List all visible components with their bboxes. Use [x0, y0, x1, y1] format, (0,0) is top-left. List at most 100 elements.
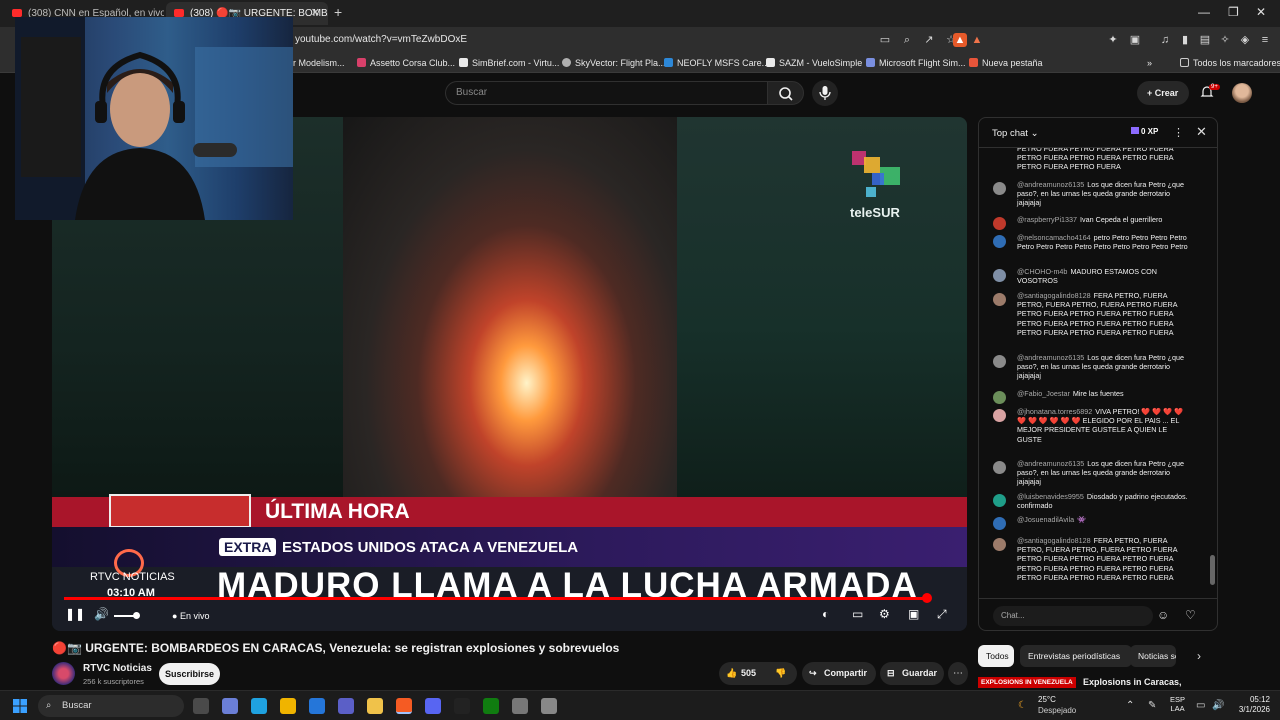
- chip-noticias[interactable]: Noticias sobre: [1130, 645, 1176, 667]
- xp-badge[interactable]: 0 XP: [1131, 127, 1158, 136]
- autoplay-toggle-icon[interactable]: ◐: [822, 607, 829, 621]
- vpn-icon[interactable]: ◈: [1238, 33, 1252, 47]
- bookmark-item[interactable]: SimBrief.com - Virtu...: [459, 58, 559, 68]
- channel-avatar[interactable]: [52, 662, 75, 685]
- network-icon[interactable]: ▭: [1196, 700, 1205, 711]
- avatar[interactable]: [993, 494, 1006, 507]
- sidebar-icon[interactable]: ▮: [1178, 33, 1192, 47]
- discord-icon[interactable]: [425, 698, 441, 714]
- progress-scrubber[interactable]: [922, 593, 932, 603]
- epic-games-icon[interactable]: [454, 698, 470, 714]
- leo-ai-icon[interactable]: ✧: [1218, 33, 1232, 47]
- copilot-icon[interactable]: [222, 698, 238, 714]
- bookmarks-overflow-button[interactable]: »: [1147, 58, 1152, 68]
- xbox-icon[interactable]: [483, 698, 499, 714]
- related-video-title[interactable]: Explosions in Caracas,: [1083, 677, 1182, 687]
- zoom-icon[interactable]: ⌕: [900, 33, 914, 47]
- bookmark-item[interactable]: Microsoft Flight Sim...: [866, 58, 966, 68]
- tray-overflow-icon[interactable]: ⌃: [1126, 700, 1134, 711]
- pause-icon[interactable]: ❚❚: [65, 607, 85, 621]
- chat-input[interactable]: Chat...: [993, 606, 1153, 626]
- all-bookmarks-folder[interactable]: Todos los marcadores: [1180, 58, 1280, 68]
- channel-name[interactable]: RTVC Noticias: [83, 663, 152, 674]
- teams-icon[interactable]: [338, 698, 354, 714]
- account-avatar[interactable]: [1232, 83, 1252, 103]
- bookmark-item[interactable]: Assetto Corsa Club...: [357, 58, 455, 68]
- pen-icon[interactable]: ✎: [1148, 700, 1156, 711]
- create-button[interactable]: + Crear: [1137, 81, 1189, 105]
- microsoft-store-icon[interactable]: [280, 698, 296, 714]
- bookmark-item[interactable]: Nueva pestaña: [969, 58, 1043, 68]
- dislike-button[interactable]: 👎: [775, 662, 786, 685]
- like-button[interactable]: 👍 505 👎: [719, 662, 797, 685]
- bookmark-item[interactable]: SkyVector: Flight Pla...: [562, 58, 666, 68]
- fullscreen-icon[interactable]: ⤢: [937, 607, 947, 622]
- taskbar-search[interactable]: ⌕ Buscar: [38, 695, 184, 717]
- speaker-icon[interactable]: 🔊: [1212, 700, 1224, 711]
- emoji-icon[interactable]: ☺: [1157, 608, 1169, 622]
- bookmark-item[interactable]: SAZM - VueloSimple: [766, 58, 862, 68]
- media-icon[interactable]: ♫: [1158, 33, 1172, 47]
- chip-entrevistas[interactable]: Entrevistas periodísticas: [1020, 645, 1132, 667]
- avatar[interactable]: [993, 538, 1006, 551]
- more-actions-icon[interactable]: ⋯: [948, 662, 968, 685]
- voice-search-button[interactable]: [812, 80, 838, 106]
- avatar[interactable]: [993, 269, 1006, 282]
- wallet-icon[interactable]: ▣: [1128, 33, 1142, 47]
- weather-icon[interactable]: ☾: [1018, 700, 1027, 711]
- brave-rewards-icon[interactable]: ▲: [970, 33, 984, 47]
- progress-bar[interactable]: [64, 597, 931, 600]
- search-button[interactable]: [767, 81, 804, 105]
- chat-mode-dropdown[interactable]: Top chat ⌄: [992, 128, 1039, 139]
- avatar[interactable]: [993, 391, 1006, 404]
- live-indicator[interactable]: ● En vivo: [172, 611, 209, 621]
- url-field[interactable]: youtube.com/watch?v=vmTeZwbDOxE: [295, 34, 467, 45]
- minimize-button[interactable]: —: [1198, 5, 1210, 19]
- language-indicator[interactable]: ESP LAA: [1170, 695, 1185, 713]
- menu-icon[interactable]: ≡: [1258, 33, 1272, 47]
- edge-icon[interactable]: [251, 698, 267, 714]
- avatar[interactable]: [993, 182, 1006, 195]
- steam-icon[interactable]: [512, 698, 528, 714]
- avatar[interactable]: [993, 355, 1006, 368]
- maximize-button[interactable]: ❐: [1228, 5, 1239, 19]
- chevron-right-icon[interactable]: ›: [1197, 649, 1201, 663]
- chat-scrollbar[interactable]: [1210, 555, 1215, 585]
- volume-slider-knob[interactable]: [133, 612, 140, 619]
- share-button[interactable]: ↪ Compartir: [802, 662, 876, 685]
- miniplayer-icon[interactable]: ▣: [908, 607, 919, 621]
- bookmark-item[interactable]: NEOFLY MSFS Care...: [664, 58, 769, 68]
- task-view-icon[interactable]: [193, 698, 209, 714]
- avatar[interactable]: [993, 517, 1006, 530]
- volume-icon[interactable]: 🔊: [94, 607, 109, 621]
- weather-temperature[interactable]: 25°C: [1038, 695, 1056, 704]
- chip-todos[interactable]: Todos: [978, 645, 1014, 667]
- extensions-icon[interactable]: ✦: [1106, 33, 1120, 47]
- search-input[interactable]: Buscar: [445, 81, 767, 105]
- new-tab-button[interactable]: +: [334, 4, 342, 20]
- system-clock[interactable]: 05:12 3/1/2026: [1230, 695, 1270, 715]
- subscribe-button[interactable]: Suscribirse: [159, 663, 220, 685]
- save-button[interactable]: ⊟ Guardar: [880, 662, 944, 685]
- bookmark-item[interactable]: ar Modelism...: [288, 58, 345, 68]
- heart-icon[interactable]: ♡: [1185, 608, 1196, 622]
- close-window-button[interactable]: ✕: [1256, 5, 1266, 19]
- settings-gear-icon[interactable]: ⚙: [879, 607, 890, 621]
- chat-close-icon[interactable]: ✕: [1196, 124, 1207, 140]
- share-page-icon[interactable]: ↗: [922, 33, 936, 47]
- wallet-panel-icon[interactable]: ▤: [1198, 33, 1212, 47]
- weather-description[interactable]: Despejado: [1038, 706, 1076, 715]
- related-video-thumbnail-tag[interactable]: EXPLOSIONS IN VENEZUELA: [978, 677, 1076, 688]
- file-explorer-icon[interactable]: [367, 698, 383, 714]
- windows-start-icon[interactable]: [13, 699, 27, 713]
- subtitles-icon[interactable]: ▭: [852, 607, 863, 621]
- avatar[interactable]: [993, 235, 1006, 248]
- brave-shield-icon[interactable]: ▲: [953, 33, 967, 47]
- outlook-icon[interactable]: [309, 698, 325, 714]
- avatar[interactable]: [993, 461, 1006, 474]
- chat-more-icon[interactable]: ⋮: [1173, 126, 1184, 139]
- avatar[interactable]: [993, 409, 1006, 422]
- brave-browser-icon[interactable]: [396, 698, 412, 714]
- close-tab-icon[interactable]: ✕: [311, 2, 320, 25]
- avatar[interactable]: [993, 293, 1006, 306]
